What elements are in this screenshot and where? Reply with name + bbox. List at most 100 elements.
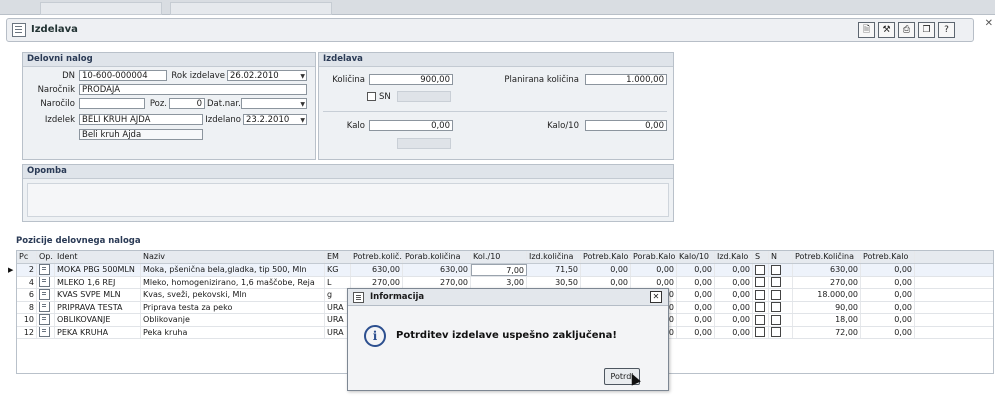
kalo10-cell: 0,00	[677, 301, 715, 313]
s-checkbox[interactable]	[755, 314, 765, 325]
document-icon[interactable]: 🗎	[858, 22, 875, 38]
narocnik-field[interactable]: PRODAJA	[79, 84, 307, 95]
window-title: Izdelava	[31, 24, 78, 35]
dn-field[interactable]: 10-600-000004	[79, 70, 167, 81]
planirana-kolicina-field[interactable]: 1.000,00	[585, 74, 667, 85]
help-icon[interactable]: ?	[938, 22, 955, 38]
narocilo-field[interactable]	[79, 98, 145, 109]
op-cell[interactable]	[37, 326, 55, 338]
column-header[interactable]: Porab.količina	[403, 251, 471, 263]
izdelek-field[interactable]: BELI KRUH AJDA	[79, 114, 203, 125]
copy-icon[interactable]: ❐	[918, 22, 935, 38]
s-cell[interactable]	[753, 276, 769, 288]
s-cell[interactable]	[753, 264, 769, 276]
op-cell[interactable]	[37, 276, 55, 288]
op-cell[interactable]	[37, 301, 55, 313]
s-checkbox[interactable]	[755, 264, 765, 275]
pc-cell: 12	[17, 326, 37, 338]
document-icon[interactable]	[39, 314, 50, 325]
opomba-textarea[interactable]	[27, 183, 669, 217]
disabled-button[interactable]	[397, 138, 451, 149]
sn-checkbox[interactable]	[367, 92, 376, 101]
s-checkbox[interactable]	[755, 289, 765, 300]
n-checkbox[interactable]	[771, 264, 781, 275]
document-icon[interactable]	[39, 326, 50, 337]
naziv-cell: Oblikovanje	[141, 314, 325, 326]
potreb2-cell: 90,00	[793, 301, 861, 313]
kalo10-cell: 0,00	[677, 264, 715, 276]
n-cell[interactable]	[769, 326, 793, 338]
kolicina-field[interactable]: 900,00	[369, 74, 453, 85]
n-checkbox[interactable]	[771, 277, 781, 287]
column-header[interactable]: Potreb.Količina	[793, 251, 861, 263]
n-checkbox[interactable]	[771, 327, 781, 337]
column-header[interactable]: Pc	[17, 251, 37, 263]
column-header[interactable]: EM	[325, 251, 351, 263]
toolbar: 🗎 ⚒ ⎙ ❐ ?	[858, 22, 955, 38]
column-header[interactable]: Naziv	[141, 251, 325, 263]
n-cell[interactable]	[769, 289, 793, 301]
kalo10-cell: 0,00	[677, 326, 715, 338]
window-close-icon[interactable]: ✕	[985, 18, 993, 29]
column-header[interactable]: Potreb.Kalo	[861, 251, 915, 263]
column-header[interactable]: N	[769, 251, 793, 263]
column-header[interactable]: Ident	[55, 251, 141, 263]
document-icon[interactable]	[39, 301, 50, 312]
column-header[interactable]: Kalo/10	[677, 251, 715, 263]
n-cell[interactable]	[769, 301, 793, 313]
document-icon[interactable]	[39, 276, 50, 287]
background-tab[interactable]	[170, 2, 332, 15]
ident-cell: MOKA PBG 500MLN	[55, 264, 141, 276]
s-checkbox[interactable]	[755, 277, 765, 287]
panel-header: Izdelava	[319, 53, 673, 67]
s-cell[interactable]	[753, 326, 769, 338]
s-cell[interactable]	[753, 301, 769, 313]
rok-izdelave-dropdown[interactable]: 26.02.2010	[227, 70, 307, 81]
column-header[interactable]: S	[753, 251, 769, 263]
column-header[interactable]: Porab.Kalo	[631, 251, 677, 263]
close-icon[interactable]: ✕	[650, 291, 662, 303]
ident-cell: MLEKO 1,6 REJ	[55, 276, 141, 288]
op-cell[interactable]	[37, 264, 55, 276]
datnar-dropdown[interactable]	[241, 98, 307, 109]
izdkalo-cell: 0,00	[715, 276, 753, 288]
n-cell[interactable]	[769, 314, 793, 326]
s-checkbox[interactable]	[755, 302, 765, 312]
op-cell[interactable]	[37, 314, 55, 326]
column-header[interactable]: Izd.Kalo	[715, 251, 753, 263]
print-icon[interactable]: ⎙	[898, 22, 915, 38]
n-checkbox[interactable]	[771, 302, 781, 312]
ident-cell: OBLIKOVANJE	[55, 314, 141, 326]
n-checkbox[interactable]	[771, 289, 781, 300]
n-checkbox[interactable]	[771, 314, 781, 325]
column-header[interactable]: Izd.količina	[527, 251, 581, 263]
s-checkbox[interactable]	[755, 327, 765, 337]
poz-field[interactable]: 0	[169, 98, 205, 109]
izdkalo-cell: 0,00	[715, 289, 753, 301]
naziv-cell: Priprava testa za peko	[141, 301, 325, 313]
opomba-panel: Opomba	[22, 164, 674, 222]
pkalo2-cell: 0,00	[861, 301, 915, 313]
document-icon[interactable]	[39, 289, 50, 300]
op-cell[interactable]	[37, 289, 55, 301]
disabled-button[interactable]	[397, 91, 451, 102]
column-header[interactable]: Potreb.količ.	[351, 251, 403, 263]
pkalo2-cell: 0,00	[861, 314, 915, 326]
background-tab[interactable]	[40, 2, 162, 15]
izdelava-panel: Izdelava Količina 900,00 Planirana količ…	[318, 52, 674, 160]
column-header[interactable]: Potreb.Kalo	[581, 251, 631, 263]
n-cell[interactable]	[769, 276, 793, 288]
kalo10-field[interactable]: 0,00	[585, 120, 667, 131]
kalo-field[interactable]: 0,00	[369, 120, 453, 131]
s-cell[interactable]	[753, 314, 769, 326]
table-row[interactable]: ▶ 2 MOKA PBG 500MLN Moka, pšenična bela,gla…	[8, 264, 993, 277]
window-titlebar: Izdelava 🗎 ⚒ ⎙ ❐ ?	[6, 18, 974, 42]
izdelano-dropdown[interactable]: 23.2.2010	[243, 114, 307, 125]
pc-cell: 10	[17, 314, 37, 326]
tools-icon[interactable]: ⚒	[878, 22, 895, 38]
s-cell[interactable]	[753, 289, 769, 301]
document-icon[interactable]	[39, 264, 50, 275]
n-cell[interactable]	[769, 264, 793, 276]
column-header[interactable]: Op.	[37, 251, 55, 263]
column-header[interactable]: Kol./10	[471, 251, 527, 263]
